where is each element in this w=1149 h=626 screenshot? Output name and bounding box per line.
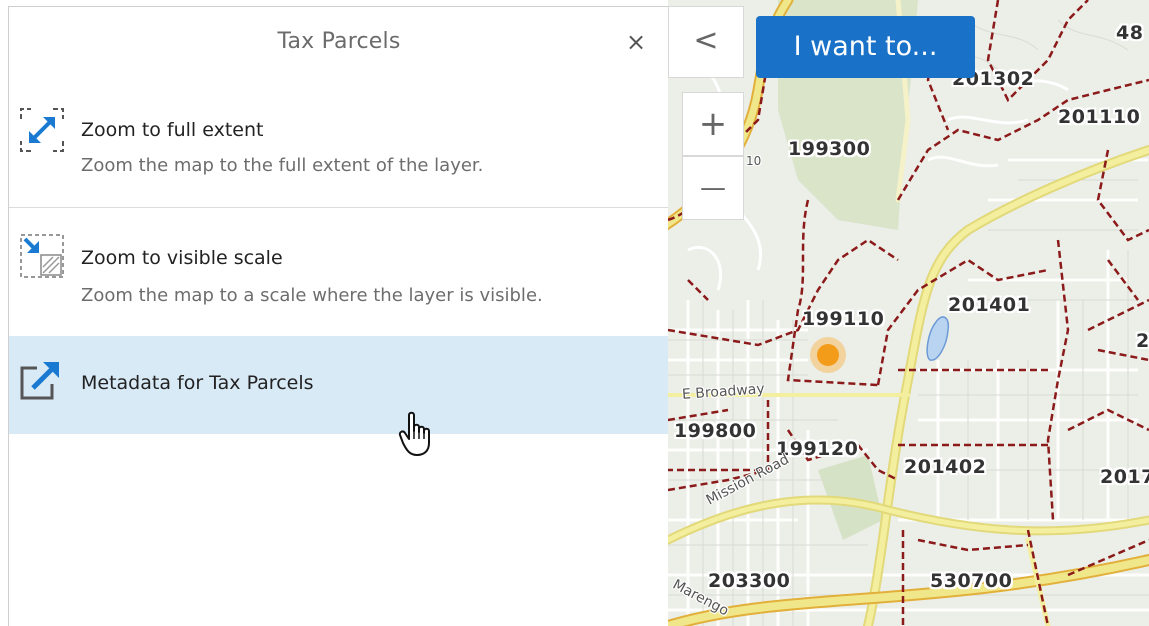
zoom-visible-scale-icon <box>19 233 65 279</box>
zoom-in-button[interactable]: + <box>682 92 744 156</box>
parcel-label: 203300 <box>708 570 791 592</box>
parcel-label: 201110 <box>1058 106 1141 128</box>
collapse-panel-button[interactable]: < <box>668 6 744 78</box>
parcel-label: 201402 <box>904 456 987 478</box>
parcel-label: 199300 <box>788 138 871 160</box>
menu-item-description: Zoom the map to a scale where the layer … <box>81 285 543 306</box>
menu-item-title: Metadata for Tax Parcels <box>81 372 314 394</box>
menu-item-description: Zoom the map to the full extent of the l… <box>81 155 484 176</box>
hand-cursor-icon <box>397 411 437 459</box>
parcel-label: 2017 <box>1100 466 1149 488</box>
parcel-label: 2 <box>1136 330 1149 352</box>
external-link-icon <box>19 358 65 404</box>
menu-item-zoom-visible-scale[interactable]: Zoom to visible scale Zoom the map to a … <box>9 209 669 337</box>
zoom-full-extent-icon <box>19 107 65 153</box>
parcel-label: 199120 <box>776 438 859 460</box>
tool-panel: Tax Parcels × Zoom to full extent Zoom t… <box>8 6 669 626</box>
parcel-label: 48 <box>1116 22 1144 44</box>
parcel-label: 199800 <box>674 420 757 442</box>
menu-item-title: Zoom to full extent <box>81 119 264 141</box>
zoom-out-button[interactable]: — <box>682 156 744 220</box>
menu-item-metadata[interactable]: Metadata for Tax Parcels <box>9 336 669 434</box>
map-view[interactable]: 48 201302 201110 199300 201401 199110 2 … <box>668 0 1149 626</box>
panel-title: Tax Parcels <box>277 29 401 54</box>
parcel-label: 199110 <box>802 308 885 330</box>
i-want-to-button[interactable]: I want to... <box>756 16 975 78</box>
street-label: 10 <box>746 154 762 168</box>
close-button[interactable]: × <box>621 27 651 57</box>
parcel-label: 530700 <box>930 570 1013 592</box>
parcel-label: 201401 <box>948 294 1031 316</box>
menu-item-title: Zoom to visible scale <box>81 247 283 269</box>
menu-item-zoom-full-extent[interactable]: Zoom to full extent Zoom the map to the … <box>9 93 669 208</box>
